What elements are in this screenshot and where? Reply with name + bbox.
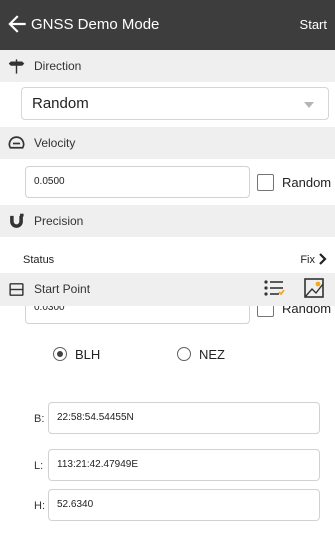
direction-dropdown[interactable]: Random	[21, 87, 329, 120]
h-input[interactable]: 52.6340	[48, 489, 320, 521]
status-label: Status	[23, 254, 55, 266]
frame-icon	[9, 283, 24, 296]
b-input[interactable]: 22:58:54.54455N	[48, 402, 320, 434]
direction-selected-value: Random	[32, 95, 89, 112]
app-title: GNSS Demo Mode	[31, 16, 160, 33]
nez-label: NEZ	[199, 347, 225, 362]
b-value: 22:58:54.54455N	[57, 412, 134, 423]
l-value: 113:21:42.47949E	[57, 459, 139, 470]
point-list-icon[interactable]	[262, 276, 286, 300]
start-button[interactable]: Start	[300, 17, 327, 32]
h-label: H:	[34, 500, 45, 512]
radio-selected-dot	[56, 350, 63, 357]
velocity-random-label: Random	[282, 175, 332, 190]
blh-label: BLH	[75, 347, 101, 362]
dropdown-arrow-icon	[304, 102, 314, 108]
magnet-icon	[10, 213, 24, 228]
nez-radio[interactable]	[177, 347, 191, 361]
speedometer-icon	[8, 136, 25, 149]
start-point-label: Start Point	[34, 282, 91, 296]
signpost-icon	[8, 59, 25, 74]
status-value: Fix	[300, 254, 315, 266]
velocity-random-checkbox[interactable]	[257, 174, 274, 191]
precision-section-header: Precision	[0, 205, 335, 237]
velocity-input[interactable]: 0.0500	[25, 166, 250, 198]
map-select-icon[interactable]	[302, 276, 326, 300]
direction-label: Direction	[34, 59, 82, 73]
l-label: L:	[34, 460, 44, 472]
velocity-value: 0.0500	[34, 176, 65, 187]
l-input[interactable]: 113:21:42.47949E	[48, 449, 320, 481]
back-arrow-icon[interactable]	[4, 11, 30, 37]
velocity-section-header: Velocity	[0, 127, 335, 159]
chevron-right-icon	[319, 253, 327, 265]
precision-label: Precision	[34, 214, 84, 228]
h-value: 52.6340	[57, 499, 94, 510]
b-label: B:	[34, 413, 45, 425]
velocity-label: Velocity	[34, 136, 76, 150]
blh-radio[interactable]	[53, 347, 67, 361]
direction-section-header: Direction	[0, 50, 335, 82]
app-bar: GNSS Demo Mode Start	[0, 0, 335, 50]
